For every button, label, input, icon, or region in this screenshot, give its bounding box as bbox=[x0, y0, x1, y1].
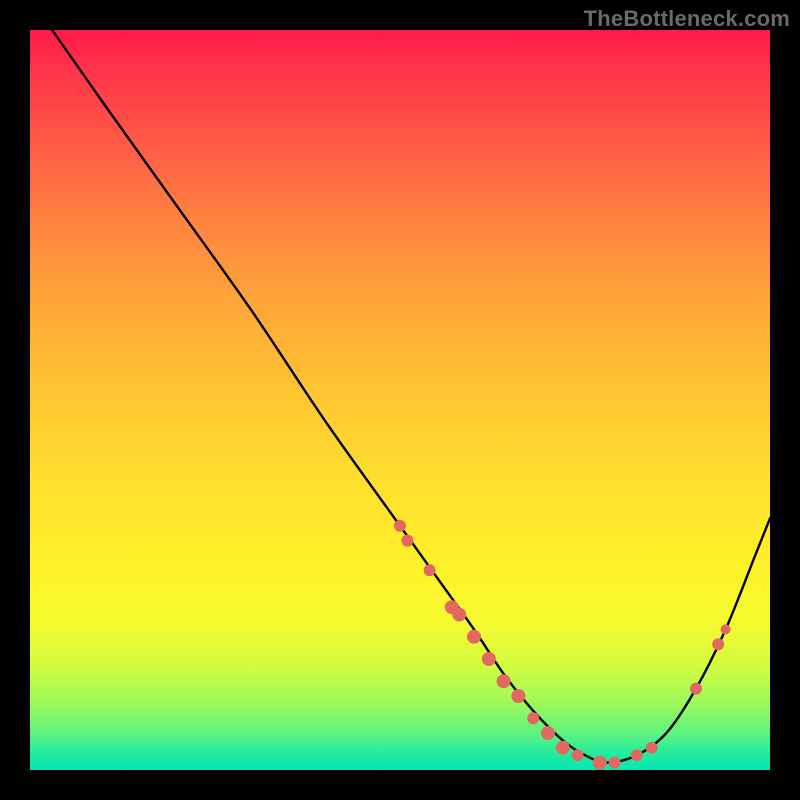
data-marker bbox=[497, 674, 511, 688]
data-marker bbox=[452, 608, 466, 622]
data-marker bbox=[511, 689, 525, 703]
bottleneck-curve bbox=[52, 30, 770, 763]
data-marker bbox=[556, 741, 570, 755]
data-marker bbox=[609, 757, 621, 769]
data-marker bbox=[721, 624, 731, 634]
data-marker bbox=[467, 630, 481, 644]
watermark-text: TheBottleneck.com bbox=[584, 6, 790, 32]
data-marker bbox=[482, 652, 496, 666]
data-marker bbox=[424, 564, 436, 576]
data-marker bbox=[401, 535, 413, 547]
chart-frame bbox=[30, 30, 770, 770]
data-marker bbox=[572, 749, 584, 761]
data-marker bbox=[394, 520, 406, 532]
data-marker bbox=[646, 742, 658, 754]
data-marker bbox=[712, 638, 724, 650]
data-marker bbox=[541, 726, 555, 740]
data-marker bbox=[631, 749, 643, 761]
data-marker bbox=[527, 712, 539, 724]
markers-group bbox=[394, 520, 731, 770]
data-marker bbox=[690, 683, 702, 695]
data-marker bbox=[593, 756, 607, 770]
chart-svg bbox=[30, 30, 770, 770]
